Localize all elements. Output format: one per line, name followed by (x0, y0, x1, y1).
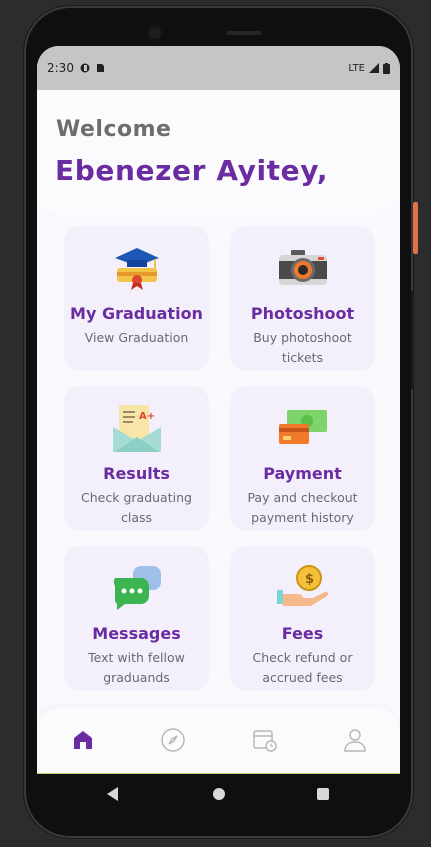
front-camera (146, 24, 164, 42)
system-nav-bar (37, 775, 400, 815)
coin-hand-icon: $ (277, 565, 329, 606)
bottom-nav (37, 707, 400, 773)
compass-icon[interactable] (160, 727, 186, 753)
card-my-graduation[interactable]: My Graduation View Graduation (64, 226, 209, 371)
system-home-button[interactable] (213, 788, 225, 800)
camera-icon (279, 250, 327, 285)
card-title: Results (103, 464, 170, 483)
card-subtitle: View Graduation (84, 330, 189, 345)
sd-card-icon (96, 64, 104, 72)
card-results[interactable]: A+ Results Check graduating class (64, 386, 209, 531)
signal-icon (369, 63, 379, 73)
home-icon[interactable] (70, 727, 96, 753)
graduation-cap-icon (115, 248, 159, 290)
network-type: LTE (348, 62, 365, 74)
card-subtitle: Pay and checkout payment history (247, 490, 358, 525)
calendar-clock-icon[interactable] (252, 727, 278, 753)
power-button (413, 202, 418, 254)
svg-text:A+: A+ (139, 411, 155, 422)
battery-icon (383, 62, 390, 74)
card-messages[interactable]: Messages Text with fellow graduands (64, 546, 209, 691)
card-title: Fees (281, 624, 324, 643)
card-title: Photoshoot (250, 304, 355, 323)
svg-text:$: $ (305, 572, 314, 587)
card-title: Messages (92, 624, 181, 643)
system-recents-button[interactable] (317, 788, 329, 800)
card-fees[interactable]: $ Fees Check refund or accrued fees (230, 546, 375, 691)
status-app-icon (80, 63, 90, 73)
card-subtitle: Check graduating class (81, 490, 192, 525)
payment-cards-icon (279, 410, 327, 444)
earpiece-speaker (226, 31, 262, 35)
card-payment[interactable]: Payment Pay and checkout payment history (230, 386, 375, 531)
card-subtitle: Text with fellow graduands (88, 650, 185, 685)
volume-button (411, 290, 414, 390)
results-envelope-icon: A+ (113, 405, 161, 452)
card-title: My Graduation (70, 304, 203, 323)
user-name: Ebenezer Ayitey, (55, 154, 329, 187)
system-back-button[interactable] (107, 787, 118, 801)
welcome-text: Welcome (56, 117, 172, 142)
status-bar: 2:30 LTE (37, 46, 400, 90)
card-photoshoot[interactable]: Photoshoot Buy photoshoot tickets (230, 226, 375, 371)
app-screen: 2:30 LTE Welcome Ebenezer Ayitey, My Gra… (37, 46, 400, 774)
card-subtitle: Buy photoshoot tickets (253, 330, 352, 365)
profile-icon[interactable] (342, 727, 368, 753)
chat-bubbles-icon (113, 566, 161, 610)
welcome-header: Welcome Ebenezer Ayitey, (37, 90, 400, 214)
card-subtitle: Check refund or accrued fees (252, 650, 353, 685)
status-time: 2:30 (47, 61, 74, 75)
card-title: Payment (263, 464, 342, 483)
